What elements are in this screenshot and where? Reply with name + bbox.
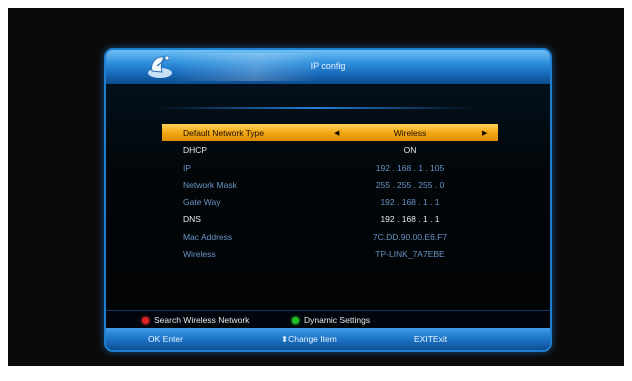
setting-row-gateway: Gate Way 192 . 168 . 1 . 1 [162,193,498,210]
green-key-label: Dynamic Settings [304,315,371,325]
setting-row-dns[interactable]: DNS 192 . 168 . 1 . 1 [162,210,498,227]
dialog-header: IP config [106,50,550,85]
setting-value: ON [403,145,417,156]
exit-key: EXIT [414,334,433,344]
settings-area: Default Network Type ◀ Wireless ▶ DHCP O… [106,84,550,310]
red-key-label: Search Wireless Network [154,315,250,325]
settings-list: Default Network Type ◀ Wireless ▶ DHCP O… [162,124,498,262]
setting-label: Default Network Type [183,128,265,138]
setting-value: 192 . 168 . 1 . 105 [375,162,445,173]
ok-label: Enter [162,334,183,344]
setting-row-dhcp[interactable]: DHCP ON [162,141,498,158]
setting-value: Wireless [393,128,427,138]
setting-row-ip: IP 192 . 168 . 1 . 105 [162,159,498,176]
help-exit[interactable]: EXITExit [414,334,447,344]
setting-row-mac-address: Mac Address 7C.DD.90.00.E6.F7 [162,228,498,245]
setting-label: DHCP [183,145,208,156]
exit-label: Exit [432,334,448,344]
setting-label: Mac Address [183,231,233,242]
ip-config-dialog: IP config Default Network Type ◀ Wireles… [104,48,552,352]
change-label: Change Item [288,334,337,344]
setting-value: 192 . 168 . 1 . 1 [380,214,440,225]
tv-screen: IP config Default Network Type ◀ Wireles… [8,8,624,366]
setting-value: 255 . 255 . 255 . 0 [375,179,445,190]
triangle-right-icon[interactable]: ▶ [482,129,487,137]
setting-label: IP [183,162,192,173]
red-dot-icon [142,317,149,324]
setting-row-default-network-type[interactable]: Default Network Type ◀ Wireless ▶ [162,124,498,142]
setting-label: Network Mask [183,179,237,190]
ok-key: OK [148,334,161,344]
dialog-title: IP config [310,61,346,71]
setting-label: DNS [183,214,201,225]
setting-value: TP-LINK_7A7EBE [375,249,445,260]
green-key-dynamic-settings[interactable]: Dynamic Settings [292,315,370,325]
setting-row-wireless: Wireless TP-LINK_7A7EBE [162,245,498,262]
setting-label: Gate Way [183,197,221,208]
green-dot-icon [292,317,299,324]
setting-value: 192 . 168 . 1 . 1 [380,197,440,208]
setting-value: 7C.DD.90.00.E6.F7 [372,231,448,242]
setting-label: Wireless [183,249,216,260]
help-change-item[interactable]: ⬍Change Item [281,334,337,345]
color-key-bar: Search Wireless Network Dynamic Settings [106,310,550,329]
red-key-search-wireless[interactable]: Search Wireless Network [142,315,249,325]
help-ok[interactable]: OK Enter [148,334,183,344]
help-bar: OK Enter ⬍Change Item EXITExit [106,328,550,350]
setting-row-network-mask: Network Mask 255 . 255 . 255 . 0 [162,176,498,193]
